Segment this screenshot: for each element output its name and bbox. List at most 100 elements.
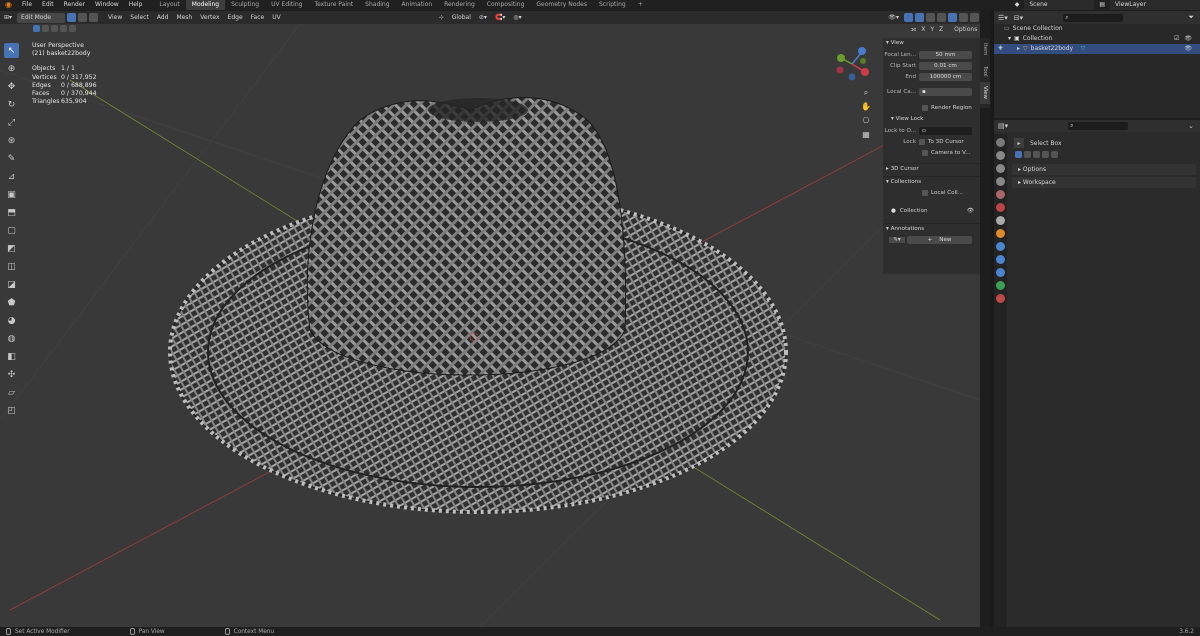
transform-tool-icon[interactable]: ⊛	[4, 133, 19, 148]
measure-tool-icon[interactable]: ⊿	[4, 169, 19, 184]
scene-tab-icon[interactable]	[996, 190, 1005, 199]
3d-cursor-header[interactable]: ▸ 3D Cursor	[883, 163, 980, 174]
mirror-y-toggle[interactable]: Y	[930, 26, 934, 34]
render-region-checkbox[interactable]	[922, 105, 928, 111]
tab-animation[interactable]: Animation	[396, 0, 439, 10]
collections-header[interactable]: ▾ Collections	[883, 176, 980, 187]
clip-end-field[interactable]: 100000 cm	[919, 73, 972, 81]
pivot-icon[interactable]: ⊘▾	[475, 13, 491, 23]
tab-item[interactable]: Item	[980, 38, 990, 60]
shading-solid-icon[interactable]	[948, 13, 957, 22]
collection-checkbox-icon[interactable]: ☑	[1174, 34, 1179, 44]
new-annotation-button[interactable]: + New	[907, 236, 972, 244]
particles-tab-icon[interactable]	[996, 255, 1005, 264]
smooth-tool-icon[interactable]: ◍	[4, 331, 19, 346]
collection-row[interactable]: ● Collection 👁	[883, 206, 980, 216]
outliner-filter-icon[interactable]: ⏷	[1188, 13, 1194, 22]
rip-tool-icon[interactable]: ◰	[4, 403, 19, 418]
mode-subtract-icon[interactable]	[1033, 151, 1040, 158]
tab-sculpting[interactable]: Sculpting	[225, 0, 265, 10]
select-subtract-icon[interactable]	[51, 25, 58, 32]
ortho-grid-icon[interactable]: ▦	[861, 128, 871, 142]
world-tab-icon[interactable]	[996, 203, 1005, 212]
outliner-search-input[interactable]: ⌕	[1063, 13, 1124, 22]
output-tab-icon[interactable]	[996, 164, 1005, 173]
collection-visibility-icon[interactable]: 👁	[967, 208, 974, 214]
select-invert-icon[interactable]	[60, 25, 67, 32]
annotations-header[interactable]: ▾ Annotations	[883, 223, 980, 234]
tab-tool[interactable]: Tool	[980, 60, 990, 82]
mode-intersect-icon[interactable]	[1051, 151, 1058, 158]
camera-view-icon[interactable]: ⎔	[861, 114, 871, 128]
expand-arrow-icon[interactable]: ▾	[1008, 34, 1011, 44]
snap-icon[interactable]: 🧲▾	[491, 13, 509, 23]
edit-mode-icon[interactable]: ⁜	[998, 44, 1003, 54]
xray-toggle-icon[interactable]	[926, 13, 935, 22]
menu-view[interactable]: View	[104, 13, 126, 23]
collection-eye-icon[interactable]: 👁	[1184, 34, 1192, 44]
inset-tool-icon[interactable]: ▢	[4, 223, 19, 238]
mode-selector[interactable]: Edit Mode	[17, 12, 66, 23]
zoom-icon[interactable]: ⌕	[861, 86, 871, 100]
mirror-icon[interactable]: ⟗	[911, 26, 916, 34]
expand-arrow-icon[interactable]: ▸	[1017, 44, 1020, 54]
menu-select[interactable]: Select	[126, 13, 153, 23]
lock-to-object-field[interactable]: ▫	[919, 127, 972, 135]
mode-invert-icon[interactable]	[1042, 151, 1049, 158]
overlay-toggle-icon[interactable]	[915, 13, 924, 22]
menu-mesh[interactable]: Mesh	[172, 13, 196, 23]
menu-vertex[interactable]: Vertex	[196, 13, 223, 23]
view-lock-header[interactable]: ▾ View Lock	[883, 114, 980, 125]
mirror-x-toggle[interactable]: X	[921, 26, 925, 34]
object-eye-icon[interactable]: 👁	[1184, 44, 1192, 54]
camera-to-view-checkbox[interactable]	[922, 150, 928, 156]
mode-extend-icon[interactable]	[1024, 151, 1031, 158]
cursor-tool-icon[interactable]: ⊕	[4, 61, 19, 76]
tab-scripting[interactable]: Scripting	[593, 0, 632, 10]
transform-orientation-selector[interactable]: Global	[448, 13, 475, 23]
options-panel-header[interactable]: ▸ Options	[1012, 164, 1196, 175]
tab-layout[interactable]: Layout	[153, 0, 185, 10]
options-dropdown[interactable]: Options	[951, 26, 981, 34]
poly-build-tool-icon[interactable]: ⬟	[4, 295, 19, 310]
menu-render[interactable]: Render	[59, 0, 90, 10]
loop-cut-tool-icon[interactable]: ◫	[4, 259, 19, 274]
gizmo-toggle-icon[interactable]	[904, 13, 913, 22]
annotate-tool-icon[interactable]: ✎	[4, 151, 19, 166]
shrink-fatten-tool-icon[interactable]: ✣	[4, 367, 19, 382]
extrude-tool-icon[interactable]: ⬒	[4, 205, 19, 220]
outliner-editor-icon[interactable]: ☰▾	[998, 14, 1008, 22]
tab-shading[interactable]: Shading	[359, 0, 395, 10]
render-tab-icon[interactable]	[996, 151, 1005, 160]
annotation-pencil-icon[interactable]: ✎▾	[889, 237, 905, 243]
edge-slide-tool-icon[interactable]: ◧	[4, 349, 19, 364]
menu-edit[interactable]: Edit	[37, 0, 59, 10]
data-tab-icon[interactable]	[996, 281, 1005, 290]
bevel-tool-icon[interactable]: ◩	[4, 241, 19, 256]
local-camera-field[interactable]: ▪	[919, 88, 972, 96]
edge-select-icon[interactable]	[78, 13, 88, 22]
menu-face[interactable]: Face	[247, 13, 269, 23]
scale-tool-icon[interactable]: ⤢	[4, 115, 19, 130]
properties-search-input[interactable]: ⌕	[1068, 122, 1129, 130]
outliner-object-basket22body[interactable]: ⁜ ▸ ▽ basket22body ▽ 👁	[994, 44, 1200, 54]
shading-rendered-icon[interactable]	[970, 13, 979, 22]
face-select-icon[interactable]	[89, 13, 99, 22]
object-tab-icon[interactable]	[996, 229, 1005, 238]
menu-edge[interactable]: Edge	[224, 13, 247, 23]
spin-tool-icon[interactable]: ◕	[4, 313, 19, 328]
shear-tool-icon[interactable]: ▱	[4, 385, 19, 400]
pan-hand-icon[interactable]: ✋	[861, 100, 871, 114]
tab-rendering[interactable]: Rendering	[438, 0, 481, 10]
navigation-gizmo[interactable]	[832, 44, 872, 84]
clip-start-field[interactable]: 0.01 cm	[919, 62, 972, 70]
filter-display-icon[interactable]: ⊟▾	[1014, 14, 1023, 22]
local-collections-checkbox[interactable]	[922, 190, 928, 196]
tab-uv-editing[interactable]: UV Editing	[265, 0, 308, 10]
add-workspace-button[interactable]: +	[632, 0, 649, 10]
outliner-collection[interactable]: ▾ ▣ Collection ☑ 👁	[994, 34, 1200, 44]
tab-compositing[interactable]: Compositing	[481, 0, 531, 10]
workspace-panel-header[interactable]: ▸ Workspace	[1012, 177, 1196, 188]
modifier-tab-icon[interactable]	[996, 242, 1005, 251]
active-tool-row[interactable]: ▸ Select Box	[1014, 136, 1200, 150]
